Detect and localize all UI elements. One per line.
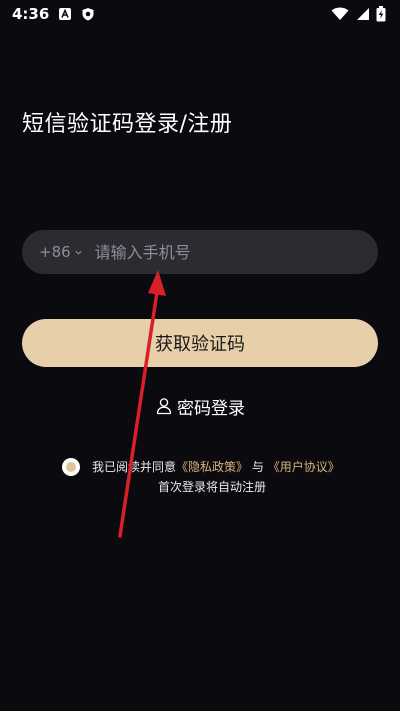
status-time: 4:36 — [12, 5, 50, 23]
wifi-icon — [331, 7, 349, 20]
battery-charging-icon — [376, 6, 386, 22]
auto-register-note: 首次登录将自动注册 — [157, 480, 266, 494]
agreement-text: 我已阅读并同意《隐私政策》 与 《用户协议》 — [92, 458, 340, 475]
privacy-policy-link[interactable]: 《隐私政策》 — [176, 460, 248, 474]
chevron-down-icon — [75, 250, 82, 255]
status-left: 4:36 — [12, 5, 95, 23]
agreement-prefix: 我已阅读并同意 — [92, 460, 177, 474]
a-box-icon — [59, 8, 72, 20]
status-bar: 4:36 — [0, 0, 400, 28]
user-icon — [156, 398, 172, 415]
get-verification-code-button[interactable]: 获取验证码 — [22, 319, 378, 367]
phone-field: +86 — [22, 230, 378, 274]
password-login-link[interactable]: 密码登录 — [0, 393, 400, 419]
user-agreement-link[interactable]: 《用户协议》 — [268, 460, 340, 474]
status-right — [331, 6, 386, 22]
country-code-label: +86 — [39, 243, 71, 261]
password-login-label: 密码登录 — [177, 398, 245, 419]
page-title: 短信验证码登录/注册 — [22, 112, 233, 137]
shield-icon — [82, 8, 94, 21]
agreement-conjunction: 与 — [251, 460, 264, 474]
checkbox-checked-dot — [66, 462, 76, 472]
country-code-selector[interactable]: +86 — [39, 243, 83, 261]
signal-icon — [357, 8, 369, 20]
phone-number-input[interactable] — [94, 242, 378, 262]
agreement-checkbox[interactable] — [62, 458, 80, 476]
